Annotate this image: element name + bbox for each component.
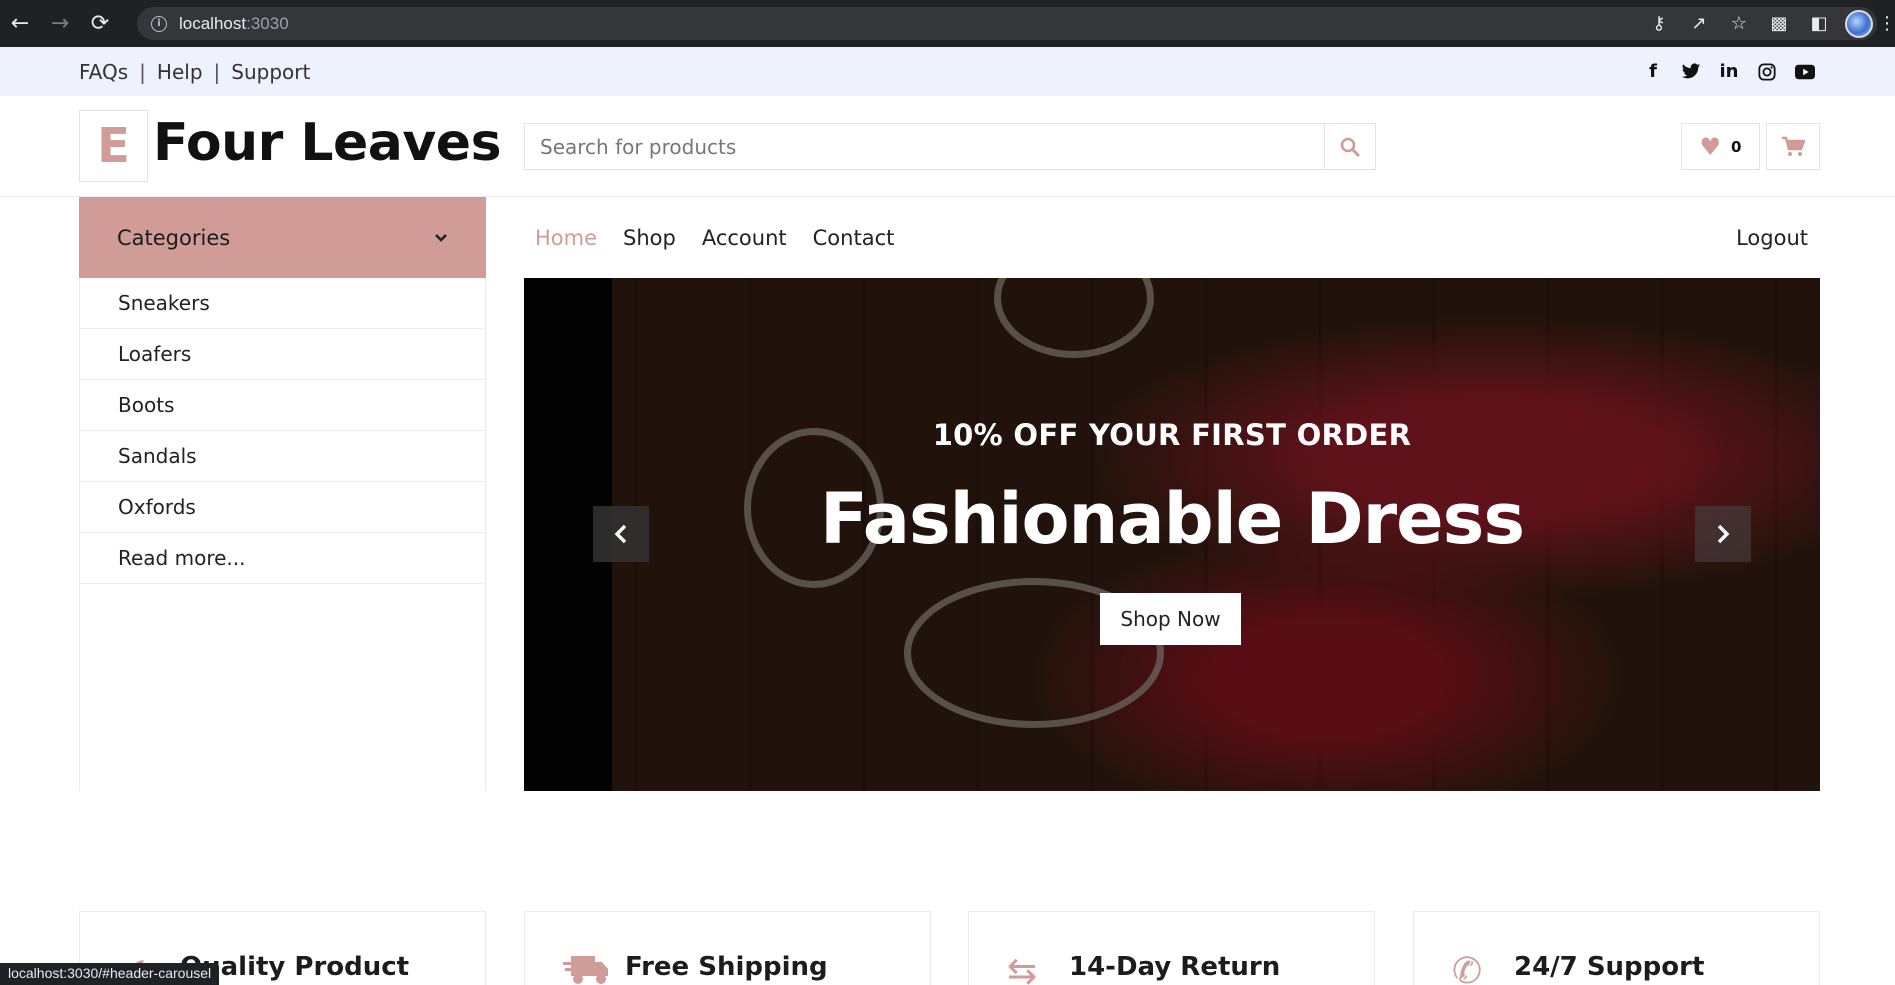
carousel-subtitle: 10% OFF YOUR FIRST ORDER — [932, 418, 1412, 452]
support-link[interactable]: Support — [231, 60, 310, 84]
facebook-icon[interactable]: f — [1643, 61, 1663, 82]
youtube-icon[interactable] — [1795, 62, 1815, 82]
cart-button[interactable] — [1766, 123, 1820, 170]
feature-return: ⇆ 14-Day Return — [968, 911, 1375, 985]
status-bar-url: localhost:3030/#header-carousel — [0, 963, 220, 985]
url-host: localhost — [179, 13, 247, 33]
logout-link[interactable]: Logout — [1736, 226, 1808, 250]
linkedin-icon[interactable]: in — [1719, 61, 1739, 82]
profile-avatar[interactable] — [1839, 0, 1879, 47]
exchange-icon: ⇆ — [1007, 951, 1038, 985]
separator: | — [139, 59, 146, 84]
category-item-sneakers[interactable]: Sneakers — [80, 278, 485, 329]
address-url[interactable]: localhost:3030 — [179, 14, 289, 34]
twitter-icon[interactable] — [1681, 62, 1701, 82]
help-link[interactable]: Help — [157, 60, 203, 84]
heart-icon: ♥ — [1699, 132, 1722, 161]
feature-shipping: Free Shipping — [524, 911, 931, 985]
top-info-bar: FAQs | Help | Support f in — [0, 47, 1895, 96]
chevron-left-icon — [614, 524, 627, 544]
feature-label: 14-Day Return — [1069, 952, 1281, 982]
browser-toolbar: ← → ⟳ i localhost:3030 ⚷ ↗ ☆ ▩ ◧ ⋮ — [0, 0, 1895, 47]
nav-contact[interactable]: Contact — [813, 226, 895, 250]
carousel-next-button[interactable] — [1695, 506, 1751, 562]
wishlist-button[interactable]: ♥ 0 — [1681, 123, 1760, 170]
faqs-link[interactable]: FAQs — [79, 60, 128, 84]
categories-list: Sneakers Loafers Boots Sandals Oxfords R… — [79, 278, 486, 791]
url-port: :3030 — [246, 13, 289, 33]
search-input[interactable] — [525, 124, 1324, 169]
main-nav: Home Shop Account Contact Logout — [524, 197, 1820, 278]
reload-icon[interactable]: ⟳ — [80, 0, 120, 47]
chevron-right-icon — [1717, 524, 1730, 544]
search-form — [524, 123, 1376, 170]
instagram-icon[interactable] — [1757, 62, 1777, 82]
categories-title: Categories — [117, 225, 231, 250]
separator: | — [213, 59, 221, 84]
logo-text[interactable]: Four Leaves — [153, 113, 502, 173]
key-icon[interactable]: ⚷ — [1639, 0, 1679, 47]
logo-mark[interactable]: E — [79, 110, 148, 182]
wishlist-count: 0 — [1731, 137, 1742, 156]
truck-icon — [563, 954, 625, 985]
back-icon[interactable]: ← — [0, 0, 40, 47]
feature-label: Free Shipping — [625, 952, 828, 982]
cart-icon — [1782, 136, 1805, 156]
phone-icon: ✆ — [1452, 951, 1483, 985]
carousel-title: Fashionable Dress — [820, 478, 1525, 560]
shop-now-button[interactable]: Shop Now — [1100, 593, 1241, 645]
nav-account[interactable]: Account — [702, 226, 787, 250]
header-carousel: 10% OFF YOUR FIRST ORDER Fashionable Dre… — [524, 278, 1820, 791]
category-item-loafers[interactable]: Loafers — [80, 329, 485, 380]
nav-shop[interactable]: Shop — [623, 226, 676, 250]
sidepanel-icon[interactable]: ◧ — [1799, 0, 1839, 47]
feature-label: 24/7 Support — [1514, 952, 1705, 982]
categories-toggle[interactable]: Categories — [79, 197, 486, 278]
info-icon[interactable]: i — [151, 15, 167, 32]
extensions-icon[interactable]: ▩ — [1759, 0, 1799, 47]
forward-icon[interactable]: → — [40, 0, 80, 47]
carousel-prev-button[interactable] — [593, 506, 649, 562]
address-bar[interactable]: i localhost:3030 — [137, 7, 1877, 40]
search-button[interactable] — [1324, 124, 1375, 169]
share-icon[interactable]: ↗ — [1679, 0, 1719, 47]
chevron-down-icon — [435, 233, 447, 242]
category-item-oxfords[interactable]: Oxfords — [80, 482, 485, 533]
site-header: E Four Leaves ♥ 0 — [0, 96, 1895, 197]
category-read-more[interactable]: Read more... — [80, 533, 485, 584]
category-item-sandals[interactable]: Sandals — [80, 431, 485, 482]
nav-home[interactable]: Home — [535, 226, 597, 250]
star-icon[interactable]: ☆ — [1719, 0, 1759, 47]
category-item-boots[interactable]: Boots — [80, 380, 485, 431]
feature-support: ✆ 24/7 Support — [1413, 911, 1820, 985]
search-icon — [1340, 137, 1360, 156]
menu-icon[interactable]: ⋮ — [1878, 0, 1895, 47]
